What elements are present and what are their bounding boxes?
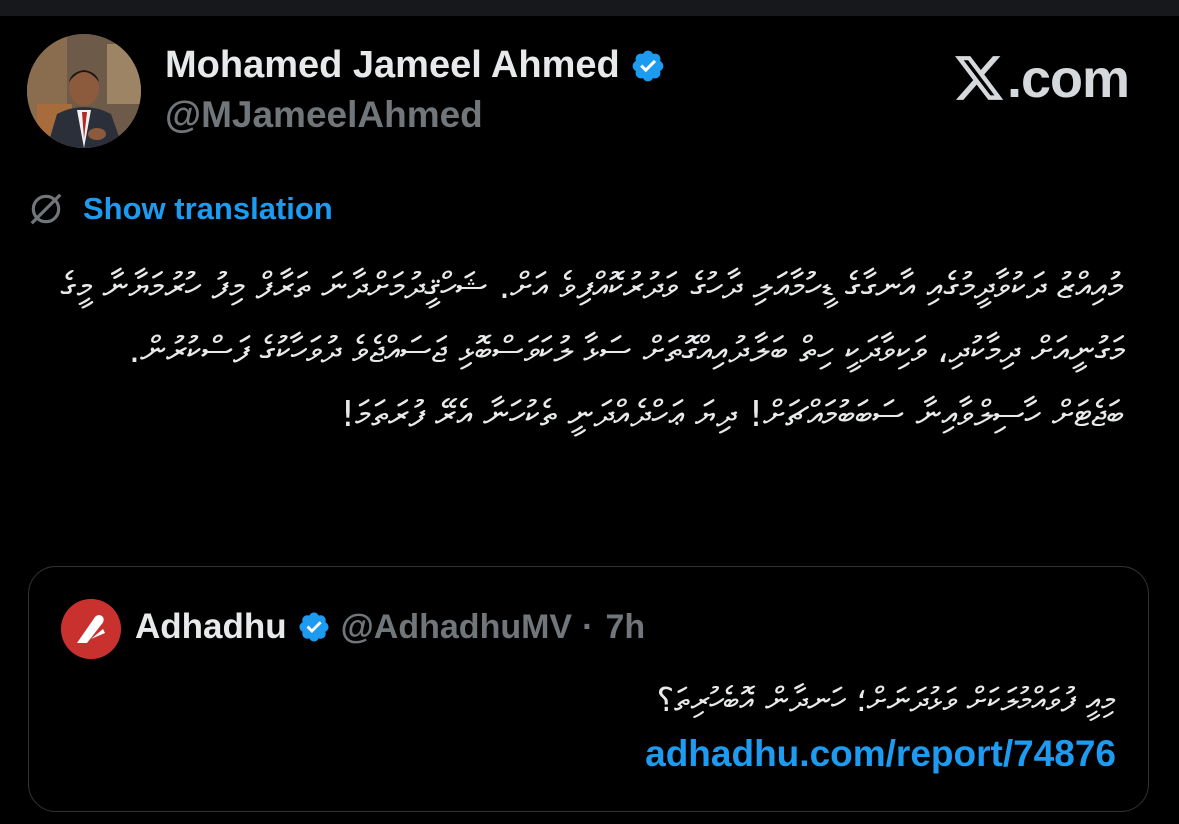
brand-domain-text: .com xyxy=(1006,49,1130,109)
translate-globe-icon xyxy=(27,190,65,228)
verified-badge-icon xyxy=(630,48,666,84)
x-brand: .com xyxy=(954,49,1130,109)
author-avatar[interactable] xyxy=(27,34,141,148)
quoted-author-name[interactable]: Adhadhu xyxy=(135,607,287,647)
x-logo-icon xyxy=(954,56,1005,102)
quoted-tweet-header: Adhadhu @AdhadhuMV · 7h xyxy=(135,607,645,647)
quoted-tweet-card[interactable]: Adhadhu @AdhadhuMV · 7h މިއީ ފުވައްމުލަކ… xyxy=(28,566,1149,812)
translation-row[interactable]: Show translation xyxy=(27,190,333,228)
show-translation-link[interactable]: Show translation xyxy=(83,191,333,227)
top-bar xyxy=(0,0,1179,16)
quoted-tweet-link[interactable]: adhadhu.com/report/74876 xyxy=(645,733,1116,775)
header-separator: · xyxy=(582,607,594,646)
author-name-row[interactable]: Mohamed Jameel Ahmed xyxy=(165,44,666,87)
person-portrait-avatar xyxy=(27,34,141,148)
quoted-tweet-text: މިއީ ފުވައްމުލަކަށް ވަޅުދަނަށް؛ ހަނދާން … xyxy=(656,680,1116,719)
quoted-author-handle[interactable]: @AdhadhuMV xyxy=(341,608,572,647)
quoted-tweet-time[interactable]: 7h xyxy=(605,608,645,647)
adhadhu-avatar[interactable] xyxy=(61,599,121,659)
author-name[interactable]: Mohamed Jameel Ahmed xyxy=(165,44,620,87)
adhadhu-logo-icon xyxy=(61,599,121,659)
tweet-text: މުއިއްޒު ދަކުވާދީމުގެއި އާނގާގެ ޑީހުމާއަ… xyxy=(60,266,1124,435)
verified-badge-icon xyxy=(297,610,331,644)
author-handle[interactable]: @MJameelAhmed xyxy=(165,94,483,136)
